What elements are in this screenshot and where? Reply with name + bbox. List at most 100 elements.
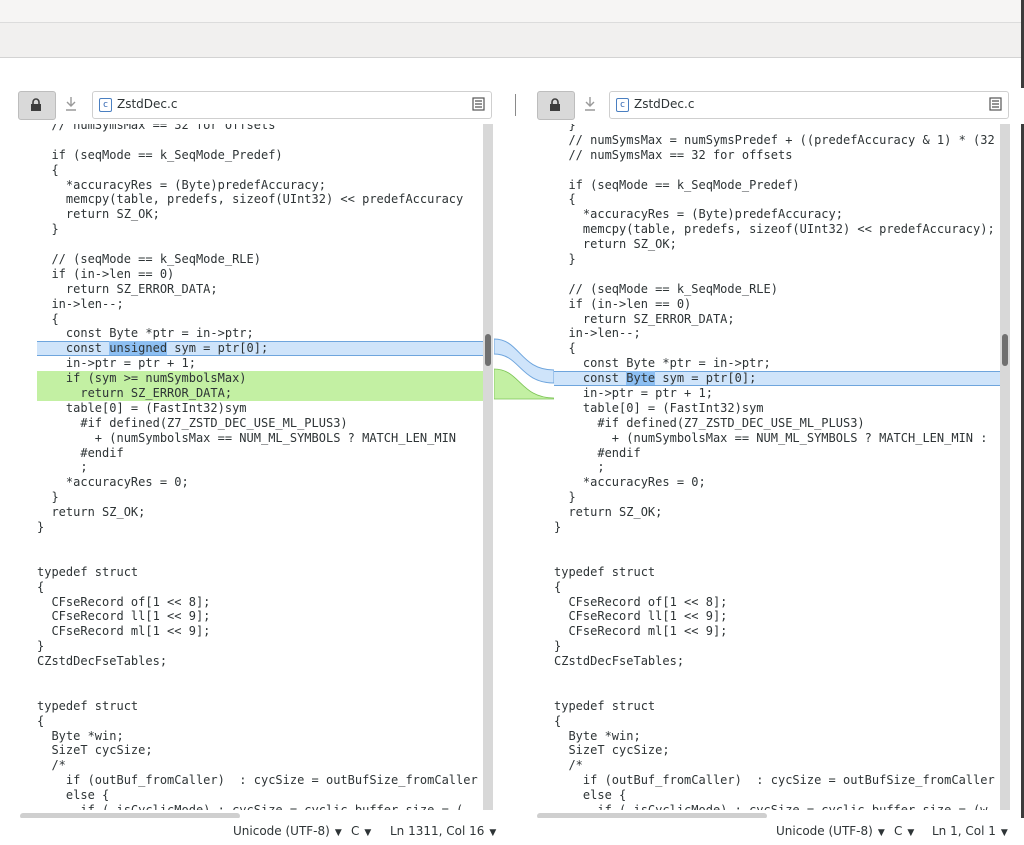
left-language-selector[interactable]: C ▼ [351,824,371,838]
left-scroll-thumb[interactable] [485,334,491,366]
code-line[interactable]: CFseRecord ll[1 << 9]; [37,609,483,624]
code-line[interactable]: Byte *win; [554,729,1000,744]
code-line[interactable]: } [554,252,1000,267]
code-line[interactable]: memcpy(table, predefs, sizeof(UInt32) <<… [37,192,483,207]
code-line[interactable]: return SZ_ERROR_DATA; [37,386,483,401]
code-line[interactable]: if (sym >= numSymbolsMax) [37,371,483,387]
code-line[interactable]: SizeT cycSize; [37,743,483,758]
code-line[interactable]: table[0] = (FastInt32)sym [37,401,483,416]
code-line[interactable]: if ( isCyclicMode) : cycSize = cyclic_bu… [37,803,483,810]
code-line[interactable]: CFseRecord ml[1 << 9]; [554,624,1000,639]
code-line[interactable]: *accuracyRes = (Byte)predefAccuracy; [37,178,483,193]
code-line[interactable]: #if defined(Z7_ZSTD_DEC_USE_ML_PLUS3) [554,416,1000,431]
code-line[interactable]: return SZ_ERROR_DATA; [554,312,1000,327]
code-line[interactable]: const Byte *ptr = in->ptr; [554,356,1000,371]
code-line[interactable]: in->ptr = ptr + 1; [37,356,483,371]
code-line[interactable]: { [554,341,1000,356]
code-line[interactable]: // numSymsMax == 32 for offsets [554,148,1000,163]
download-button[interactable] [64,96,82,116]
left-vertical-scrollbar[interactable] [483,124,493,810]
code-line[interactable]: { [554,192,1000,207]
right-encoding-selector[interactable]: Unicode (UTF-8) ▼ [776,824,885,838]
code-line[interactable]: /* [554,758,1000,773]
code-line[interactable] [37,684,483,699]
code-line[interactable]: #endif [554,446,1000,461]
left-editor[interactable]: // numSymsMax == 32 for offsets if (seqM… [37,124,483,810]
code-line[interactable] [554,163,1000,178]
code-line[interactable]: if (in->len == 0) [554,297,1000,312]
code-line[interactable]: { [554,714,1000,729]
code-line[interactable]: /* [37,758,483,773]
right-file-path[interactable]: c ZstdDec.c [609,91,1009,119]
code-line[interactable]: CFseRecord of[1 << 8]; [37,595,483,610]
code-line[interactable]: return SZ_OK; [37,505,483,520]
code-line[interactable]: ; [37,460,483,475]
code-line[interactable]: return SZ_ERROR_DATA; [37,282,483,297]
code-line[interactable] [554,684,1000,699]
code-line[interactable]: SizeT cycSize; [554,743,1000,758]
code-line[interactable]: } [37,490,483,505]
code-line[interactable]: CZstdDecFseTables; [37,654,483,669]
code-line[interactable] [37,550,483,565]
code-line[interactable]: } [37,520,483,535]
right-cursor-position[interactable]: Ln 1, Col 1 ▼ [932,824,1008,838]
code-line[interactable]: table[0] = (FastInt32)sym [554,401,1000,416]
code-line[interactable]: } [37,222,483,237]
code-line[interactable]: return SZ_OK; [554,237,1000,252]
left-code-area[interactable]: // numSymsMax == 32 for offsets if (seqM… [37,124,483,810]
code-line[interactable]: { [554,580,1000,595]
code-line[interactable]: in->ptr = ptr + 1; [554,386,1000,401]
code-line[interactable]: Byte *win; [37,729,483,744]
code-line[interactable]: in->len--; [37,297,483,312]
code-line[interactable]: typedef struct [37,565,483,580]
code-line[interactable]: { [37,714,483,729]
code-line[interactable]: CFseRecord ml[1 << 9]; [37,624,483,639]
code-line[interactable]: if (seqMode == k_SeqMode_Predef) [554,178,1000,193]
code-line[interactable] [37,237,483,252]
code-line[interactable]: } [554,520,1000,535]
code-line[interactable]: CFseRecord ll[1 << 9]; [554,609,1000,624]
code-line[interactable]: } [554,490,1000,505]
code-line[interactable]: // (seqMode == k_SeqMode_RLE) [554,282,1000,297]
code-line[interactable]: const unsigned sym = ptr[0]; [37,341,483,357]
code-line[interactable]: typedef struct [554,565,1000,580]
code-line[interactable]: #endif [37,446,483,461]
code-line[interactable]: // (seqMode == k_SeqMode_RLE) [37,252,483,267]
code-line[interactable]: typedef struct [554,699,1000,714]
lock-button-right[interactable] [537,91,575,120]
code-line[interactable]: #if defined(Z7_ZSTD_DEC_USE_ML_PLUS3) [37,416,483,431]
code-line[interactable]: *accuracyRes = 0; [37,475,483,490]
code-line[interactable]: if ( isCyclicMode) : cycSize = cyclic_bu… [554,803,1000,810]
code-line[interactable]: typedef struct [37,699,483,714]
code-line[interactable]: CZstdDecFseTables; [554,654,1000,669]
code-line[interactable]: { [37,163,483,178]
code-line[interactable]: { [37,312,483,327]
left-encoding-selector[interactable]: Unicode (UTF-8) ▼ [233,824,342,838]
code-line[interactable] [554,669,1000,684]
right-vertical-scrollbar[interactable] [1000,124,1010,810]
code-line[interactable]: + (numSymbolsMax == NUM_ML_SYMBOLS ? MAT… [37,431,483,446]
code-line[interactable]: else { [554,788,1000,803]
code-line[interactable] [554,535,1000,550]
code-line[interactable]: } [554,124,1000,133]
right-editor[interactable]: } // numSymsMax = numSymsPredef + ((pred… [554,124,1000,810]
code-line[interactable]: if (outBuf_fromCaller) : cycSize = outBu… [554,773,1000,788]
code-line[interactable]: in->len--; [554,326,1000,341]
code-line[interactable]: if (in->len == 0) [37,267,483,282]
right-scroll-thumb[interactable] [1002,334,1008,366]
code-line[interactable]: + (numSymbolsMax == NUM_ML_SYMBOLS ? MAT… [554,431,1000,446]
code-line[interactable] [37,535,483,550]
code-line[interactable]: } [37,639,483,654]
code-line[interactable]: *accuracyRes = (Byte)predefAccuracy; [554,207,1000,222]
code-line[interactable]: return SZ_OK; [37,207,483,222]
left-cursor-position[interactable]: Ln 1311, Col 16 ▼ [390,824,496,838]
code-line[interactable]: // numSymsMax = numSymsPredef + ((predef… [554,133,1000,148]
download-button-right[interactable] [583,96,601,116]
right-code-area[interactable]: } // numSymsMax = numSymsPredef + ((pred… [554,124,1000,810]
code-line[interactable] [554,550,1000,565]
code-line[interactable]: // numSymsMax == 32 for offsets [37,124,483,133]
code-line[interactable]: const Byte *ptr = in->ptr; [37,326,483,341]
code-line[interactable] [554,267,1000,282]
code-line[interactable]: else { [37,788,483,803]
code-line[interactable]: const Byte sym = ptr[0]; [554,371,1000,387]
